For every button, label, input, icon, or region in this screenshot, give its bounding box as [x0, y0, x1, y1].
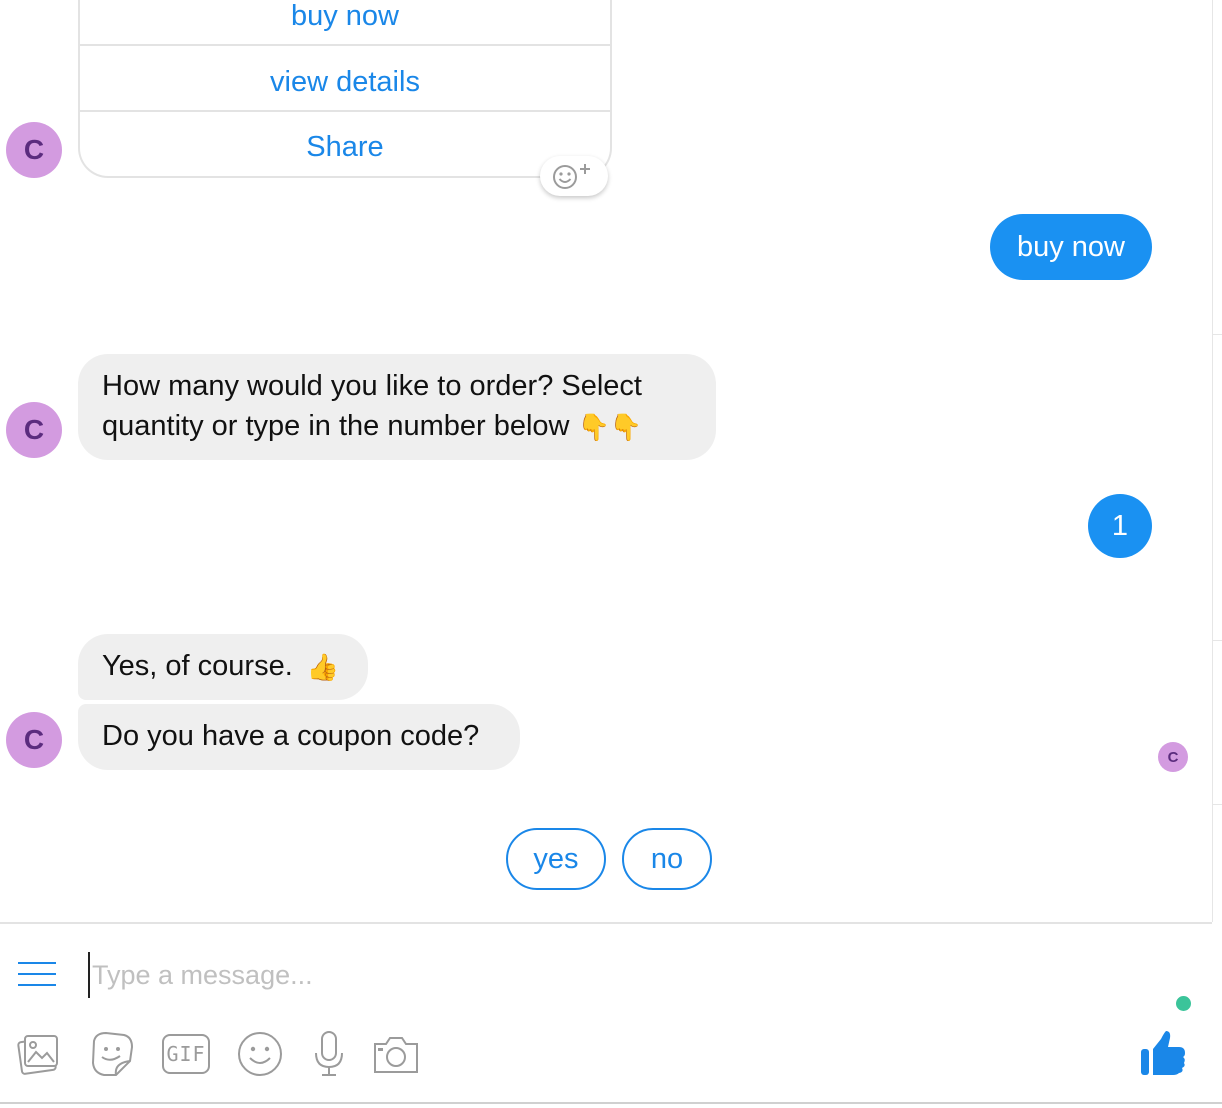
- quick-reply-yes[interactable]: yes: [506, 828, 606, 890]
- share-button[interactable]: Share: [80, 115, 610, 179]
- buy-now-button[interactable]: buy now: [80, 0, 610, 48]
- add-reaction-button[interactable]: [540, 156, 608, 196]
- incoming-message: How many would you like to order? Select…: [78, 354, 716, 460]
- read-receipt-avatar: C: [1158, 742, 1188, 772]
- scrollbar-tick: [1212, 640, 1222, 641]
- scrollbar-tick: [1212, 804, 1222, 805]
- quick-reply-no[interactable]: no: [622, 828, 712, 890]
- gif-label: GIF: [162, 1034, 210, 1074]
- emoji-icon[interactable]: [236, 1028, 284, 1080]
- outgoing-message: buy now: [990, 214, 1152, 280]
- message-input[interactable]: [88, 952, 1092, 998]
- microphone-icon[interactable]: [310, 1028, 348, 1080]
- message-text: Yes, of course.: [102, 650, 293, 682]
- card-divider: [80, 44, 610, 46]
- camera-icon[interactable]: [372, 1028, 420, 1080]
- bot-avatar[interactable]: C: [6, 122, 62, 178]
- view-details-button[interactable]: view details: [80, 50, 610, 114]
- bot-avatar[interactable]: C: [6, 712, 62, 768]
- product-card: buy now view details Share: [78, 0, 612, 178]
- window-bottom-border: [0, 1102, 1222, 1104]
- thumbs-up-emoji: 👍: [306, 652, 340, 683]
- menu-icon[interactable]: [18, 958, 58, 990]
- incoming-message: Do you have a coupon code?: [78, 704, 520, 770]
- scrollbar-tick: [1212, 334, 1222, 335]
- thumbs-up-icon[interactable]: [1136, 1026, 1190, 1080]
- pointing-down-emoji: 👇👇: [577, 412, 643, 443]
- online-status-dot: [1176, 996, 1191, 1011]
- add-reaction-icon: [553, 164, 590, 189]
- card-divider: [80, 110, 610, 112]
- gif-icon[interactable]: GIF: [160, 1028, 212, 1080]
- scrollbar-track[interactable]: [1212, 0, 1213, 922]
- message-text: How many would you like to order? Select…: [102, 370, 642, 442]
- outgoing-message: 1: [1088, 494, 1152, 558]
- incoming-message: Yes, of course. 👍: [78, 634, 368, 700]
- sticker-icon[interactable]: [88, 1028, 136, 1080]
- image-icon[interactable]: [16, 1028, 62, 1080]
- composer-divider: [0, 922, 1212, 924]
- bot-avatar[interactable]: C: [6, 402, 62, 458]
